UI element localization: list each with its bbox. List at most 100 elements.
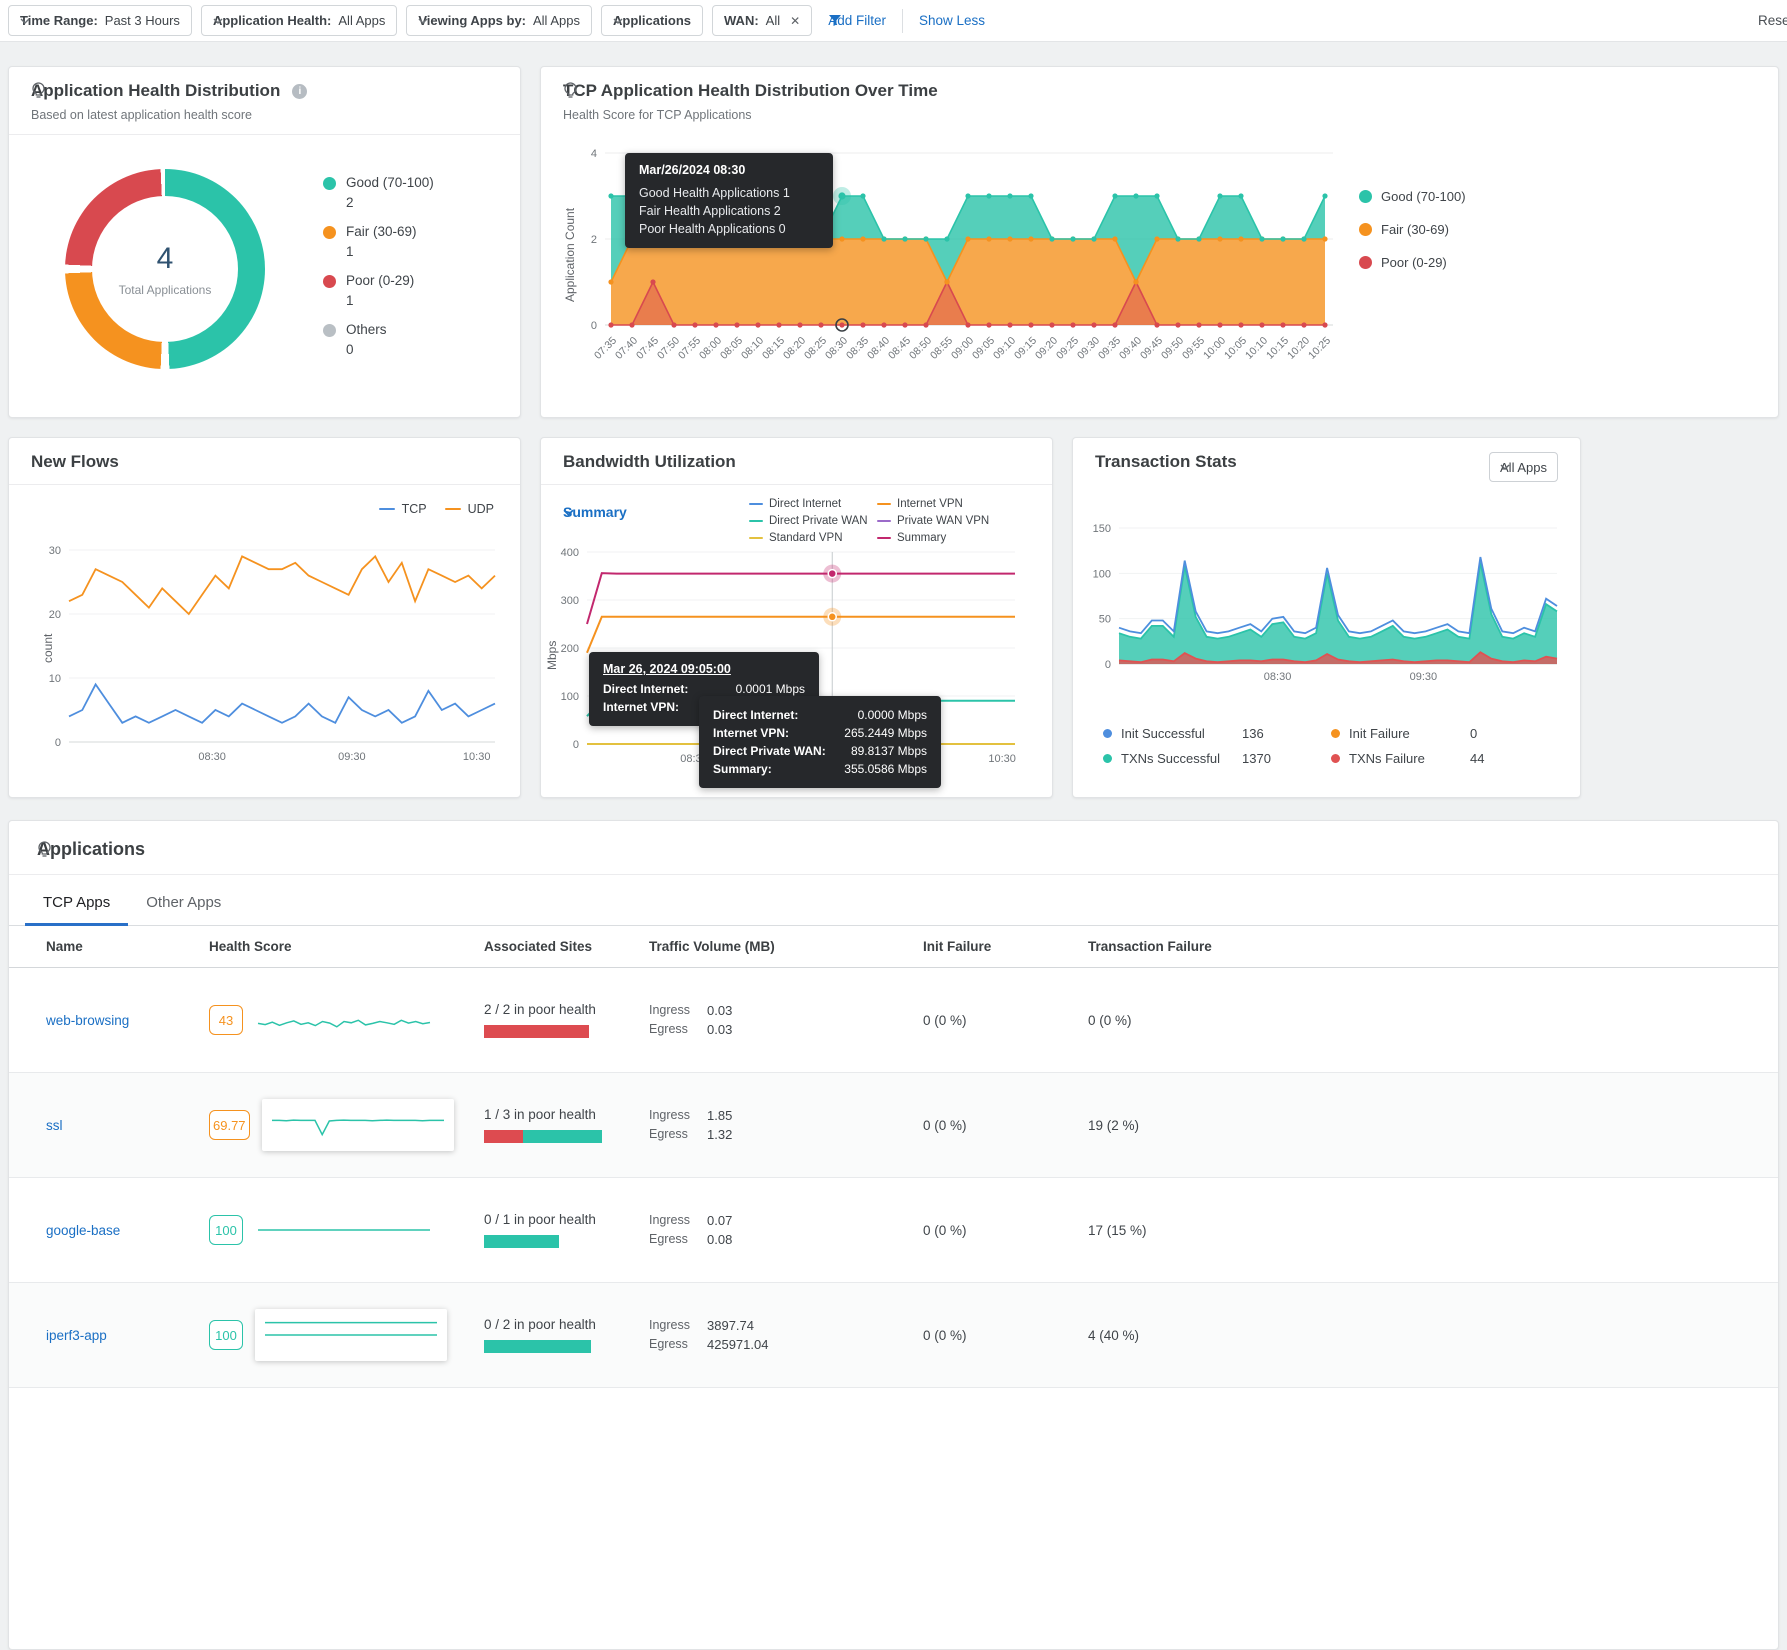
legend-item[interactable]: TXNs Successful1370 <box>1103 751 1331 766</box>
column-header[interactable]: Transaction Failure <box>1088 939 1778 954</box>
show-less-link[interactable]: Show Less <box>919 13 985 28</box>
tooltip-title: Mar 26, 2024 09:05:00 <box>603 662 805 676</box>
legend-label: TXNs Successful <box>1121 751 1233 766</box>
legend-dot <box>1331 754 1340 763</box>
egress-label: Egress <box>649 1020 707 1039</box>
legend-dot <box>323 324 336 337</box>
svg-text:10:25: 10:25 <box>1306 335 1333 362</box>
legend-item[interactable]: TXNs Failure44 <box>1331 751 1484 766</box>
app-name-link[interactable]: iperf3-app <box>46 1328 107 1343</box>
init-failure-value: 0 (0 %) <box>923 1223 1088 1238</box>
legend-item[interactable]: Fair (30-69) <box>1359 222 1466 237</box>
transaction-failure-value: 4 (40 %) <box>1088 1328 1778 1343</box>
tooltip-row: Summary:355.0586 Mbps <box>713 760 927 778</box>
insight-icon <box>37 841 52 859</box>
column-header[interactable]: Name <box>46 939 209 954</box>
chevron-down-icon <box>613 18 623 24</box>
remove-filter-icon[interactable]: ✕ <box>790 14 800 28</box>
add-filter-button[interactable]: Add Filter <box>828 13 886 28</box>
tooltip-title: Mar/26/2024 08:30 <box>639 163 819 177</box>
info-icon[interactable]: i <box>292 84 307 99</box>
legend-item[interactable]: Direct Private WAN <box>749 515 873 527</box>
legend-item[interactable]: Good (70-100)2 <box>323 175 434 210</box>
svg-text:09:40: 09:40 <box>1117 335 1144 362</box>
filter-label: WAN: <box>724 13 759 28</box>
svg-text:400: 400 <box>561 547 579 559</box>
sites-health-bar <box>484 1130 602 1143</box>
chevron-down-icon <box>418 18 428 24</box>
insight-icon <box>563 82 578 100</box>
legend-item[interactable]: Good (70-100) <box>1359 189 1466 204</box>
filter-chip[interactable]: WAN:All✕ <box>712 5 812 36</box>
column-header[interactable]: Init Failure <box>923 939 1088 954</box>
column-header[interactable]: Health Score <box>209 939 484 954</box>
legend-item[interactable]: UDP <box>445 502 494 516</box>
transaction-stats-card: Transaction Stats All Apps 05010015008:3… <box>1072 437 1581 798</box>
filter-chip[interactable]: Viewing Apps by:All Apps <box>406 5 592 36</box>
filter-chip[interactable]: Time Range:Past 3 Hours <box>8 5 192 36</box>
legend-label: Poor (0-29) <box>346 273 414 288</box>
card-subtitle: Health Score for TCP Applications <box>563 108 1756 122</box>
legend-label: Private WAN VPN <box>897 515 989 527</box>
bandwidth-series-selector[interactable]: Summary <box>563 504 627 520</box>
legend-item[interactable]: Others0 <box>323 322 434 357</box>
legend-item[interactable]: Private WAN VPN <box>877 515 993 527</box>
svg-text:08:05: 08:05 <box>718 335 745 362</box>
svg-text:07:40: 07:40 <box>613 335 640 362</box>
filter-value: All Apps <box>338 13 385 28</box>
card-subtitle: Based on latest application health score <box>31 108 498 122</box>
app-name-link[interactable]: ssl <box>46 1118 63 1133</box>
column-header[interactable]: Associated Sites <box>484 939 649 954</box>
legend-swatch <box>877 503 891 506</box>
legend-label: TCP <box>402 502 427 516</box>
total-applications-value: 4 <box>157 242 174 276</box>
svg-text:08:50: 08:50 <box>907 335 934 362</box>
legend-count: 1 <box>346 244 417 259</box>
svg-text:08:20: 08:20 <box>781 335 808 362</box>
svg-text:20: 20 <box>49 609 61 621</box>
init-failure-value: 0 (0 %) <box>923 1118 1088 1133</box>
svg-text:07:55: 07:55 <box>676 335 703 362</box>
app-name-link[interactable]: google-base <box>46 1223 120 1238</box>
app-name-link[interactable]: web-browsing <box>46 1013 129 1028</box>
tab-other-apps[interactable]: Other Apps <box>128 883 239 926</box>
filter-chip[interactable]: Applications <box>601 5 703 36</box>
legend-item[interactable]: Poor (0-29)1 <box>323 273 434 308</box>
legend-item[interactable]: Poor (0-29) <box>1359 255 1466 270</box>
legend-item[interactable]: Init Successful136 <box>1103 726 1331 741</box>
new-flows-chart[interactable]: 010203008:3009:3010:30 <box>25 534 511 772</box>
legend-item[interactable]: TCP <box>379 502 427 516</box>
tooltip-line: Good Health Applications 1 <box>639 184 819 202</box>
svg-text:10:20: 10:20 <box>1285 335 1312 362</box>
legend-item[interactable]: Init Failure0 <box>1331 726 1484 741</box>
filter-chip[interactable]: Application Health:All Apps <box>201 5 397 36</box>
insight-icon <box>31 82 46 100</box>
applications-card: Applications TCP Apps Other Apps NameHea… <box>8 820 1779 1650</box>
apps-filter-select[interactable]: All Apps <box>1489 452 1558 482</box>
transaction-stats-chart[interactable]: 05010015008:3009:30 <box>1085 508 1571 686</box>
health-donut-chart[interactable]: 4 Total Applications <box>65 169 265 369</box>
associated-sites-label: 1 / 3 in poor health <box>484 1107 649 1122</box>
donut-legend: Good (70-100)2Fair (30-69)1Poor (0-29)1O… <box>323 169 434 371</box>
svg-text:10:00: 10:00 <box>1201 335 1228 362</box>
chevron-down-icon <box>563 509 574 516</box>
svg-text:08:30: 08:30 <box>198 751 226 763</box>
legend-dot <box>1359 223 1372 236</box>
associated-sites-label: 2 / 2 in poor health <box>484 1002 649 1017</box>
legend-label: TXNs Failure <box>1349 751 1461 766</box>
legend-item[interactable]: Internet VPN <box>877 498 993 510</box>
filter-label: Time Range: <box>20 13 98 28</box>
svg-text:09:10: 09:10 <box>991 335 1018 362</box>
tab-tcp-apps[interactable]: TCP Apps <box>25 883 128 926</box>
legend-item[interactable]: Direct Internet <box>749 498 873 510</box>
associated-sites-label: 0 / 1 in poor health <box>484 1212 649 1227</box>
legend-item[interactable]: Fair (30-69)1 <box>323 224 434 259</box>
legend-count: 0 <box>346 342 387 357</box>
egress-value: 0.08 <box>707 1230 732 1249</box>
divider <box>902 9 903 33</box>
reset-link[interactable]: Reset <box>1758 13 1787 28</box>
legend-label: Good (70-100) <box>1381 189 1466 204</box>
table-row: web-browsing432 / 2 in poor healthIngres… <box>9 968 1778 1073</box>
tooltip-line: Fair Health Applications 2 <box>639 202 819 220</box>
column-header[interactable]: Traffic Volume (MB) <box>649 939 923 954</box>
